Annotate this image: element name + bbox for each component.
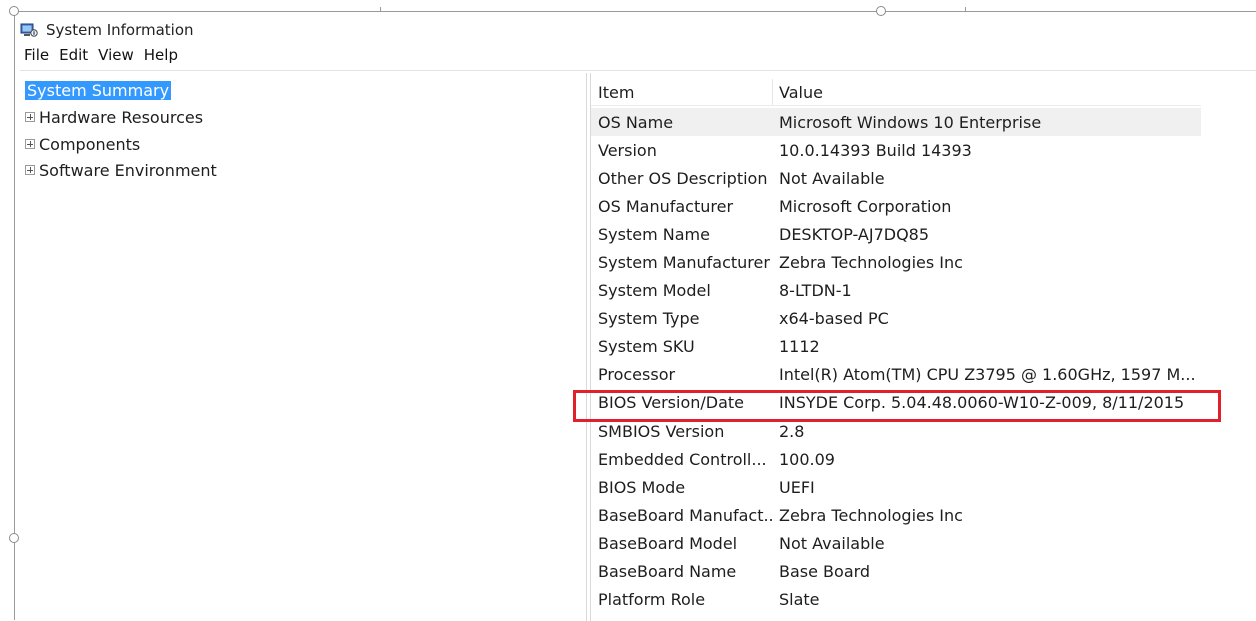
tree-item-hardware-resources[interactable]: Hardware Resources [25,106,203,128]
expand-plus-icon[interactable] [25,165,35,175]
cell-item: Version [598,140,657,160]
cell-value: UEFI [779,477,815,497]
cell-value: Not Available [779,533,885,553]
table-row[interactable]: System SKU 1112 [591,333,1201,361]
menu-edit[interactable]: Edit [59,46,88,64]
cell-value: Slate [779,590,820,610]
tree-item-label: System Summary [25,80,172,100]
cell-value: 100.09 [779,449,835,469]
table-row[interactable]: OS Manufacturer Microsoft Corporation [591,192,1201,220]
cell-item: BaseBoard Name [598,562,737,582]
menu-view[interactable]: View [98,46,134,64]
ruler-tick [965,7,966,11]
tree-item-components[interactable]: Components [25,133,140,155]
expand-plus-icon[interactable] [25,112,35,122]
ruler-tick [380,7,381,11]
cell-item: System SKU [598,337,695,357]
cell-value: 2.8 [779,421,805,441]
cell-item: Other OS Description [598,168,768,188]
cell-item: Embedded Controll... [598,449,767,469]
table-row[interactable]: System Name DESKTOP-AJ7DQ85 [591,220,1201,248]
menu-file[interactable]: File [24,46,49,64]
tree-item-software-environment[interactable]: Software Environment [25,159,217,181]
table-row[interactable]: Embedded Controll... 100.09 [591,445,1201,473]
cell-item: BaseBoard Manufact... [598,505,773,525]
cell-item: OS Name [598,112,674,132]
cell-value: Microsoft Corporation [779,196,952,216]
cell-value: Microsoft Windows 10 Enterprise [779,112,1042,132]
table-row[interactable]: Processor Intel(R) Atom(TM) CPU Z3795 @ 1… [591,361,1201,389]
table-row[interactable]: Other OS Description Not Available [591,164,1201,192]
table-row[interactable]: BaseBoard Model Not Available [591,529,1201,557]
table-row[interactable]: Platform Role Slate [591,586,1201,614]
table-row[interactable]: OS Name Microsoft Windows 10 Enterprise [591,108,1201,137]
window-title: System Information [46,21,194,39]
resize-handle-top-middle[interactable] [876,6,886,16]
selection-frame-top [14,11,1256,12]
cell-item: BIOS Mode [598,477,686,497]
column-header-value[interactable]: Value [773,79,823,105]
cell-item: System Name [598,224,710,244]
main-window: System Summary Hardware Resources Compon… [20,70,1256,621]
details-list: Item Value OS Name Microsoft Windows 10 E… [590,73,1201,621]
cell-item: System Type [598,309,700,329]
cell-item: System Manufacturer [598,253,770,273]
resize-handle-left-middle[interactable] [9,533,19,543]
cell-item: System Model [598,281,711,301]
cell-item: SMBIOS Version [598,421,725,441]
table-row[interactable]: Version 10.0.14393 Build 14393 [591,136,1201,164]
column-header-item[interactable]: Item [591,79,773,105]
selection-frame-left [14,11,15,620]
list-header: Item Value [591,79,1201,106]
cell-value: Zebra Technologies Inc [779,505,963,525]
cell-value: Zebra Technologies Inc [779,253,963,273]
cell-item: Platform Role [598,590,706,610]
cell-item: BaseBoard Model [598,533,738,553]
tree-item-system-summary[interactable]: System Summary [25,79,172,101]
expand-plus-icon[interactable] [25,139,35,149]
tree-item-label: Components [39,134,141,154]
red-highlight-annotation [573,390,1221,422]
tree-item-label: Hardware Resources [39,107,204,127]
system-information-icon [20,22,38,38]
category-tree: System Summary Hardware Resources Compon… [20,73,587,621]
title-bar: System Information [20,18,194,42]
tree-item-label: Software Environment [39,160,217,180]
cell-value: Not Available [779,168,885,188]
table-row[interactable]: BaseBoard Name Base Board [591,558,1201,586]
table-row[interactable]: System Model 8-LTDN-1 [591,277,1201,305]
cell-value: Base Board [779,562,871,582]
menu-help[interactable]: Help [144,46,178,64]
resize-handle-top-left[interactable] [9,6,19,16]
cell-value: 1112 [779,337,820,357]
cell-item: Processor [598,365,676,385]
table-row[interactable]: BIOS Mode UEFI [591,473,1201,501]
cell-value: DESKTOP-AJ7DQ85 [779,224,930,244]
cell-value: 8-LTDN-1 [779,281,852,301]
cell-value: Intel(R) Atom(TM) CPU Z3795 @ 1.60GHz, 1… [779,365,1196,385]
table-row[interactable]: BaseBoard Manufact... Zebra Technologies … [591,501,1201,529]
list-rows: OS Name Microsoft Windows 10 Enterprise Ve… [591,108,1201,614]
table-row[interactable]: System Type x64-based PC [591,305,1201,333]
menu-bar: File Edit View Help [24,46,178,64]
table-row[interactable]: System Manufacturer Zebra Technologies In… [591,248,1201,276]
cell-item: OS Manufacturer [598,196,734,216]
cell-value: 10.0.14393 Build 14393 [779,140,972,160]
cell-value: x64-based PC [779,309,889,329]
